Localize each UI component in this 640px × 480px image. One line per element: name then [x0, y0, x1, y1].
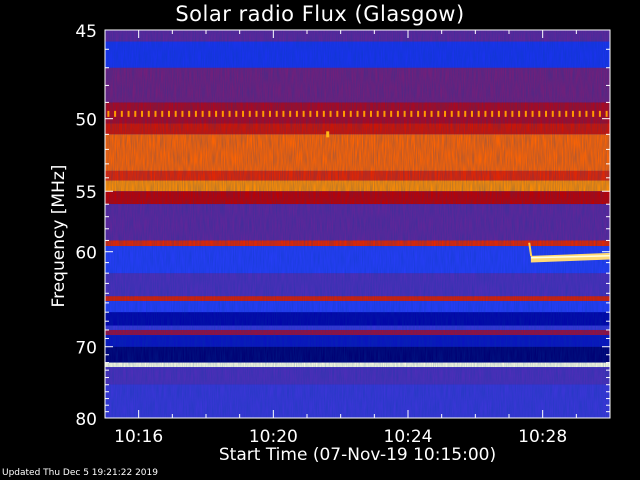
- comb-spike: [289, 110, 292, 117]
- comb-spike: [585, 110, 588, 117]
- comb-spike: [423, 110, 426, 117]
- comb-spike: [605, 110, 608, 117]
- comb-spike: [565, 110, 568, 117]
- comb-spike: [336, 110, 339, 117]
- comb-spike: [598, 110, 601, 117]
- burst-spike: [326, 131, 330, 138]
- y-tick-label: 70: [75, 339, 97, 359]
- comb-spike: [268, 110, 271, 117]
- x-tick-label: 10:28: [518, 427, 567, 447]
- comb-spike: [430, 110, 433, 117]
- comb-spike: [120, 110, 123, 117]
- comb-spike: [343, 110, 346, 117]
- comb-spike: [275, 110, 278, 117]
- comb-spike: [457, 110, 460, 117]
- comb-spike: [329, 110, 332, 117]
- comb-spike: [295, 110, 298, 117]
- comb-spike: [444, 110, 447, 117]
- comb-spike: [396, 110, 399, 117]
- y-tick-label: 80: [75, 410, 97, 430]
- comb-spike: [221, 110, 224, 117]
- comb-spike: [235, 110, 238, 117]
- comb-spike: [524, 110, 527, 117]
- comb-spike: [167, 110, 170, 117]
- comb-spike: [134, 110, 137, 117]
- comb-spike: [161, 110, 164, 117]
- comb-spike: [464, 110, 467, 117]
- comb-spike: [356, 110, 359, 117]
- comb-spike: [390, 110, 393, 117]
- comb-spike: [403, 110, 406, 117]
- comb-spike: [531, 110, 534, 117]
- comb-spike: [316, 110, 319, 117]
- comb-spike: [518, 110, 521, 117]
- comb-spike: [551, 110, 554, 117]
- comb-spike: [349, 110, 352, 117]
- x-tick-label: 10:20: [249, 427, 298, 447]
- comb-spike: [188, 110, 191, 117]
- comb-spike: [511, 110, 514, 117]
- comb-spike: [309, 110, 312, 117]
- comb-spike: [127, 110, 130, 117]
- y-tick-label: 50: [75, 111, 97, 131]
- comb-spike: [147, 110, 150, 117]
- comb-spike: [228, 110, 231, 117]
- comb-spike: [592, 110, 595, 117]
- comb-spike: [174, 110, 177, 117]
- comb-spike: [201, 110, 204, 117]
- y-tick-label: 60: [75, 244, 97, 264]
- comb-spike: [194, 110, 197, 117]
- comb-spike: [369, 110, 372, 117]
- comb-spike: [491, 110, 494, 117]
- comb-spike: [450, 110, 453, 117]
- comb-spike: [181, 110, 184, 117]
- comb-spike: [322, 110, 325, 117]
- comb-spike: [255, 110, 258, 117]
- comb-spike: [484, 110, 487, 117]
- comb-spike: [558, 110, 561, 117]
- comb-spike: [477, 110, 480, 117]
- spectrogram-chart: 45 50 55 60 70 80 10:16 10:20 10:24 10:28: [75, 22, 611, 447]
- x-tick-label: 10:24: [384, 427, 433, 447]
- y-tick-label: 55: [75, 183, 97, 203]
- comb-spike: [545, 110, 548, 117]
- comb-spike: [208, 110, 211, 117]
- comb-spike: [578, 110, 581, 117]
- comb-spike: [248, 110, 251, 117]
- comb-spike: [154, 110, 157, 117]
- comb-spike: [282, 110, 285, 117]
- comb-spike: [571, 110, 574, 117]
- comb-spike: [107, 110, 110, 117]
- comb-spike: [302, 110, 305, 117]
- noise-texture: [105, 30, 610, 418]
- comb-spike: [538, 110, 541, 117]
- comb-spike: [242, 110, 245, 117]
- comb-spike: [114, 110, 117, 117]
- x-tick-label: 10:16: [114, 427, 163, 447]
- comb-spike: [215, 110, 218, 117]
- comb-spike: [504, 110, 507, 117]
- y-tick-label: 45: [75, 22, 97, 42]
- comb-spike: [383, 110, 386, 117]
- comb-spike: [470, 110, 473, 117]
- comb-spike: [410, 110, 413, 117]
- plot-area: [105, 30, 611, 418]
- comb-spike: [376, 110, 379, 117]
- comb-spike: [497, 110, 500, 117]
- comb-spike: [417, 110, 420, 117]
- comb-spike: [437, 110, 440, 117]
- comb-spike: [262, 110, 265, 117]
- comb-spike: [141, 110, 144, 117]
- comb-spike: [363, 110, 366, 117]
